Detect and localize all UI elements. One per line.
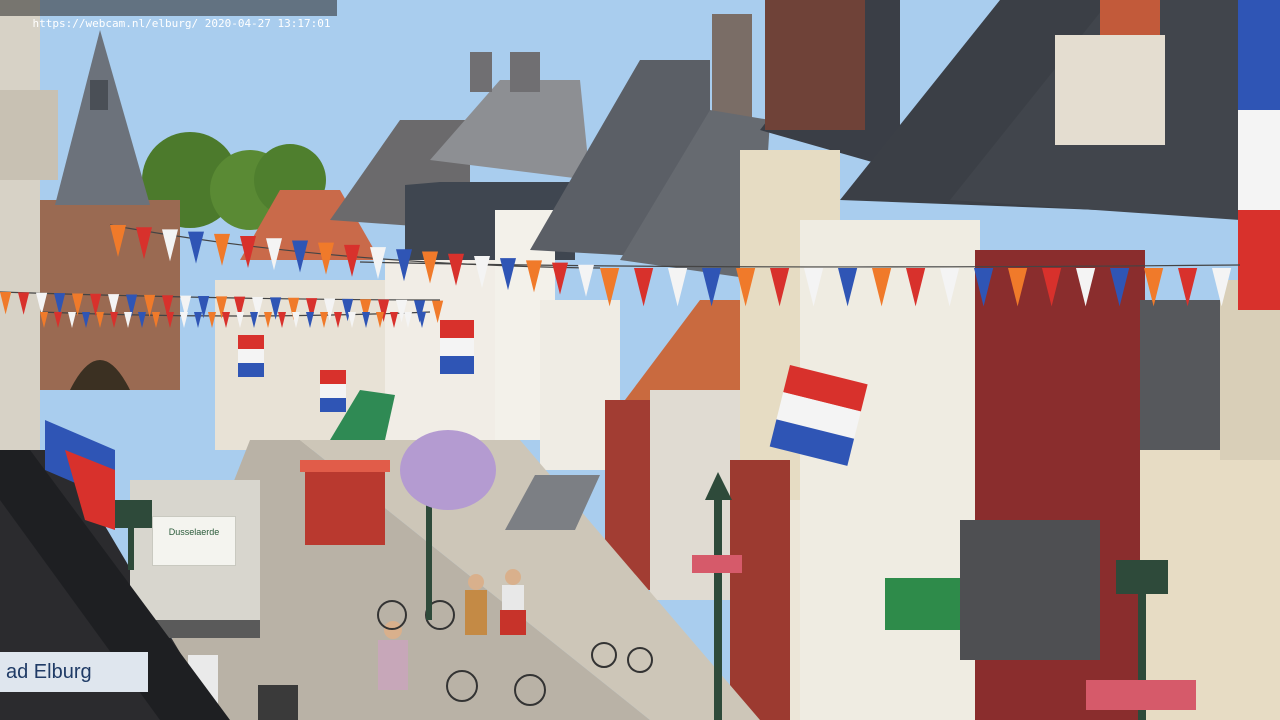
market-stall bbox=[300, 460, 390, 545]
webcam-url: https://webcam.nl/elburg/ bbox=[32, 17, 199, 30]
truck-label: Dusselaerde bbox=[152, 516, 236, 566]
street-scene-illustration bbox=[0, 0, 1280, 720]
webcam-timestamp: 2020-04-27 13:17:01 bbox=[204, 17, 331, 30]
webcam-overlay: https://webcam.nl/elburg/ 2020-04-27 13:… bbox=[0, 0, 337, 30]
street-sign: ad Elburg bbox=[0, 652, 148, 692]
webcam-scene: https://webcam.nl/elburg/ 2020-04-27 13:… bbox=[0, 0, 1280, 720]
overlay-gap bbox=[198, 17, 205, 30]
